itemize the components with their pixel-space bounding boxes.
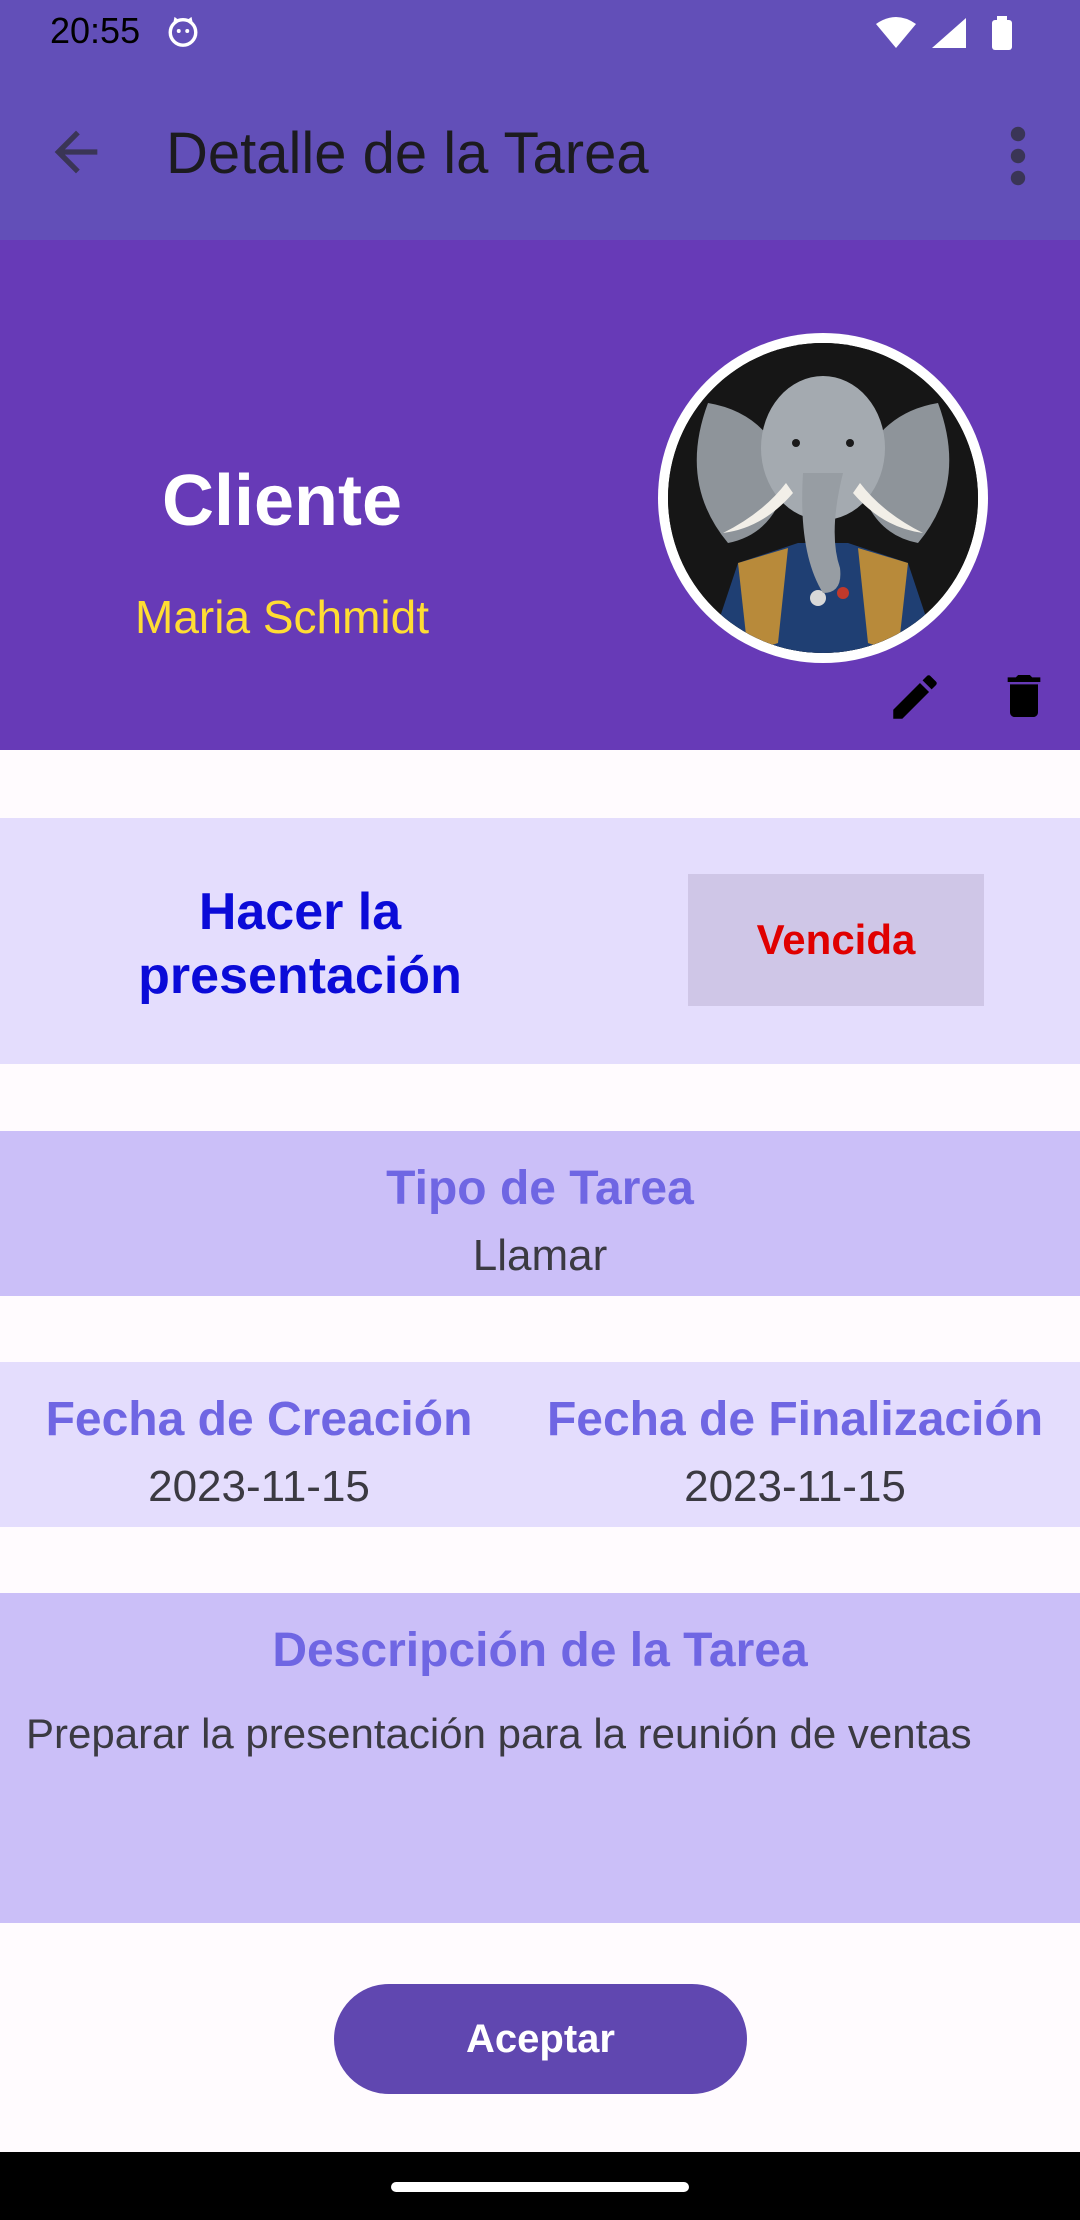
elephant-avatar-image	[668, 343, 978, 653]
accept-button[interactable]: Aceptar	[334, 1984, 747, 2094]
delete-icon[interactable]	[996, 664, 1052, 728]
back-icon[interactable]	[44, 120, 108, 184]
end-date-label: Fecha de Finalización	[546, 1393, 1044, 1446]
battery-icon	[992, 16, 1012, 50]
task-type-value: Llamar	[472, 1231, 608, 1280]
task-status-badge: Vencida	[688, 874, 984, 1006]
task-type-label: Tipo de Tarea	[386, 1162, 694, 1215]
client-name: Maria Schmidt	[135, 591, 429, 643]
description-text: Preparar la presentación para la reunión…	[26, 1710, 972, 1757]
task-title: Hacer la presentación	[138, 883, 462, 1005]
task-type-section: Tipo de Tarea Llamar	[0, 1131, 1080, 1296]
creation-date-label: Fecha de Creación	[45, 1393, 473, 1446]
client-avatar[interactable]	[658, 333, 988, 663]
home-handle[interactable]	[391, 2182, 689, 2192]
description-section: Descripción de la Tarea	[0, 1593, 1080, 1923]
creation-date-value: 2023-11-15	[148, 1462, 370, 1511]
task-status-text: Vencida	[756, 916, 916, 963]
page-title: Detalle de la Tarea	[166, 121, 649, 186]
end-date-value: 2023-11-15	[684, 1462, 906, 1511]
overflow-menu-icon[interactable]	[998, 124, 1038, 188]
edit-icon[interactable]	[886, 668, 944, 726]
wifi-icon	[876, 17, 916, 48]
description-label: Descripción de la Tarea	[272, 1624, 808, 1677]
dates-section: Fecha de Creación 2023-11-15 Fecha de Fi…	[0, 1362, 1080, 1527]
signal-icon	[932, 18, 966, 48]
status-icons	[876, 16, 1012, 50]
client-label: Cliente	[161, 461, 403, 541]
status-time: 20:55	[50, 10, 141, 51]
notification-cat-icon	[168, 16, 198, 47]
